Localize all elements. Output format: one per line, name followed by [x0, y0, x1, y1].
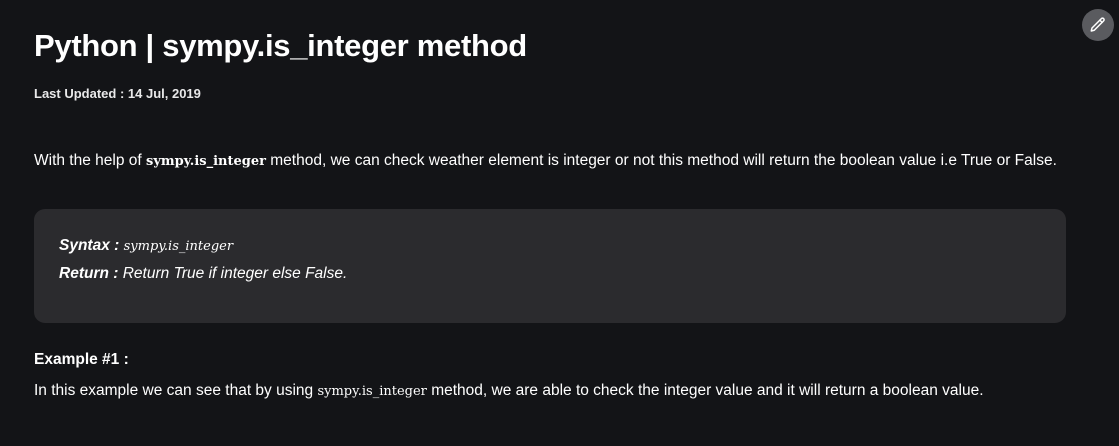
example-text-end: method, we are able to check the integer… — [426, 382, 984, 399]
last-updated: Last Updated : 14 Jul, 2019 — [34, 86, 201, 101]
syntax-line: Syntax : sympy.is_integer — [59, 237, 233, 255]
return-label: Return : — [59, 265, 119, 282]
example-paragraph: In this example we can see that by using… — [34, 377, 1044, 406]
intro-text-end: method, we can check weather element is … — [265, 152, 1057, 169]
intro-paragraph: With the help of sympy.is_integer method… — [34, 147, 1064, 176]
example-text-start: In this example we can see that by using — [34, 382, 318, 399]
example-code: sympy.is_integer — [317, 384, 427, 399]
return-value: Return True if integer else False. — [122, 265, 348, 282]
page-title: Python | sympy.is_integer method — [34, 28, 527, 63]
pencil-icon — [1090, 17, 1105, 32]
edit-button[interactable] — [1082, 9, 1114, 41]
intro-text-start: With the help of — [34, 152, 147, 169]
intro-code: sympy.is_integer — [146, 154, 266, 169]
return-line: Return : Return True if integer else Fal… — [59, 265, 347, 283]
syntax-label: Syntax : — [59, 237, 120, 254]
syntax-value: sympy.is_integer — [123, 239, 234, 254]
example-heading: Example #1 : — [34, 351, 129, 368]
syntax-box: Syntax : sympy.is_integer Return : Retur… — [34, 209, 1066, 323]
